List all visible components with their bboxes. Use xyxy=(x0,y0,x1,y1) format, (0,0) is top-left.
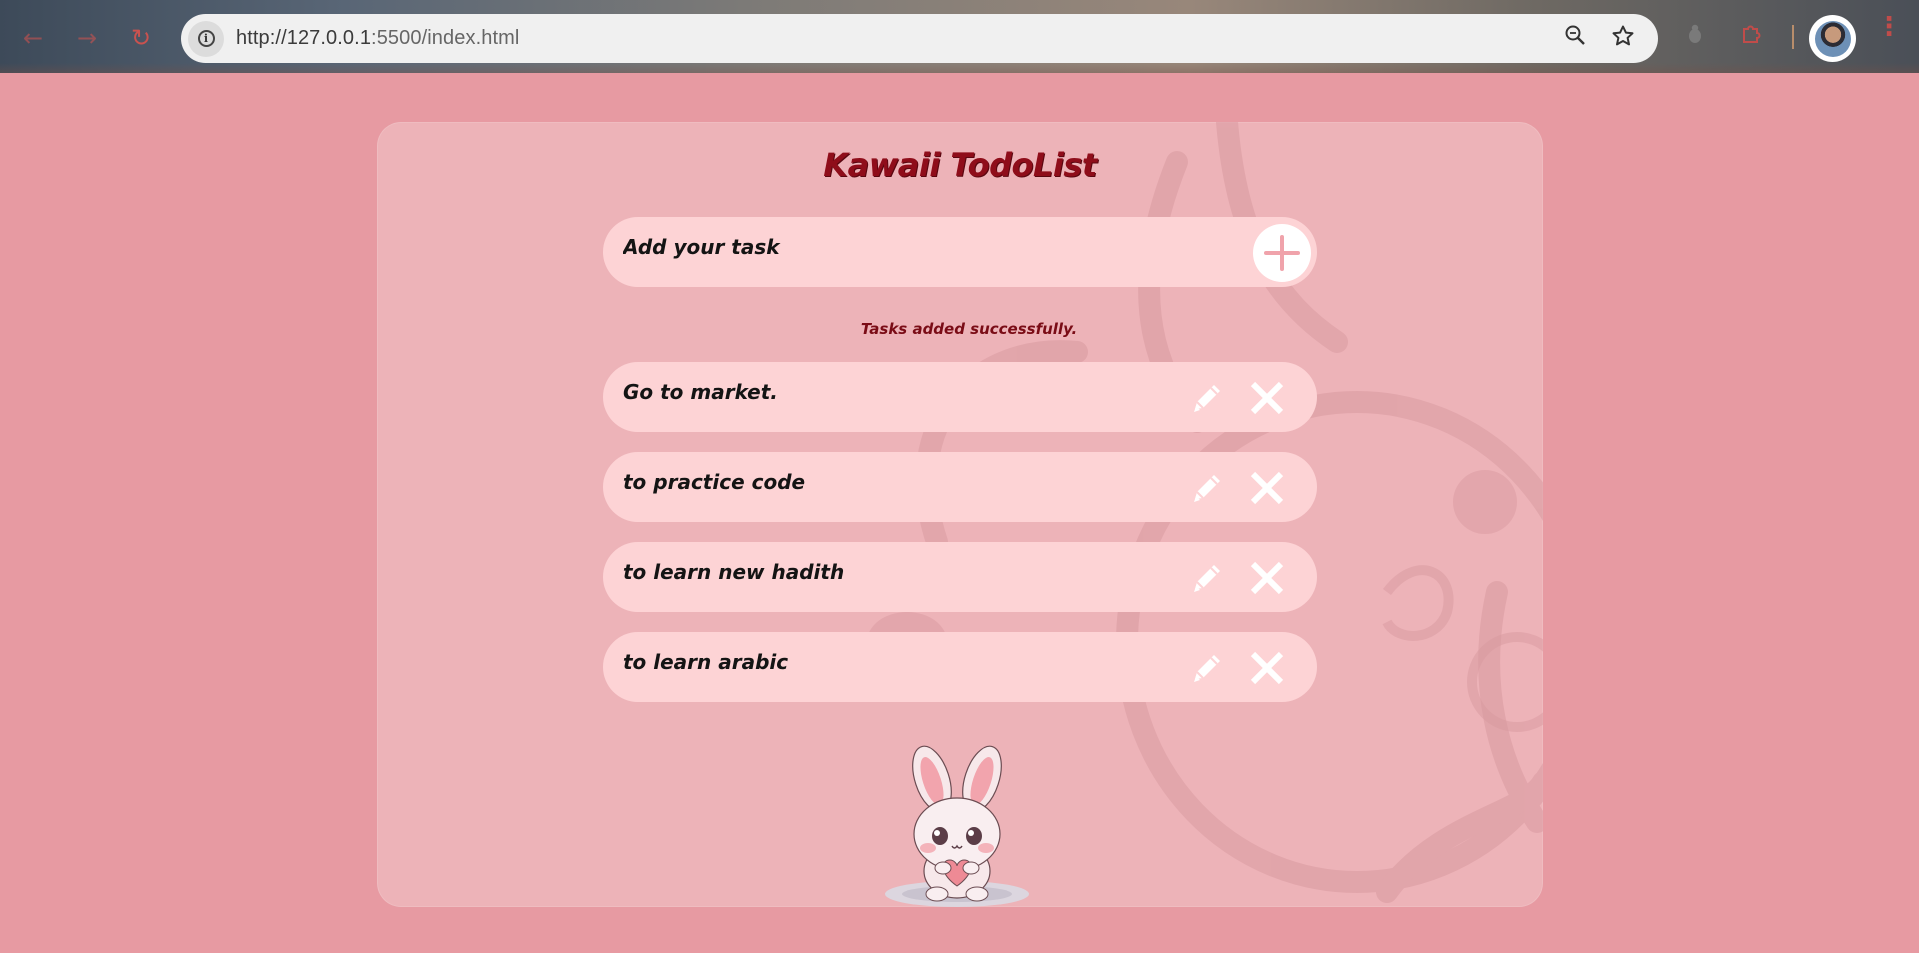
close-icon xyxy=(1250,471,1284,505)
plus-icon xyxy=(1264,235,1300,271)
edit-task-button[interactable] xyxy=(1187,558,1227,598)
bunny-mascot-image xyxy=(885,745,1029,907)
extension-icon[interactable] xyxy=(1680,23,1710,51)
close-icon xyxy=(1250,561,1284,595)
delete-task-button[interactable] xyxy=(1247,378,1287,418)
add-task-button[interactable] xyxy=(1253,224,1311,282)
forward-icon[interactable]: → xyxy=(69,20,105,56)
pencil-icon xyxy=(1194,385,1220,412)
puzzle-icon[interactable] xyxy=(1736,22,1766,52)
delete-task-button[interactable] xyxy=(1247,648,1287,688)
app-title: Kawaii TodoList xyxy=(823,146,1097,184)
site-info-icon[interactable]: i xyxy=(188,20,224,57)
edit-task-button[interactable] xyxy=(1187,648,1227,688)
task-item: to practice code xyxy=(603,452,1317,522)
pencil-icon xyxy=(1194,475,1220,502)
delete-task-button[interactable] xyxy=(1247,468,1287,508)
pencil-icon xyxy=(1194,655,1220,682)
task-label: to learn arabic xyxy=(623,650,789,674)
close-icon xyxy=(1250,651,1284,685)
zoom-icon[interactable] xyxy=(1562,24,1588,54)
delete-task-button[interactable] xyxy=(1247,558,1287,598)
task-label: Go to market. xyxy=(623,380,778,404)
url-text[interactable]: http://127.0.0.1:5500/index.html xyxy=(236,27,519,50)
task-item: to learn arabic xyxy=(603,632,1317,702)
browser-toolbar: ← → ↻ i http://127.0.0.1:5500/index.html… xyxy=(0,0,1919,73)
reload-icon[interactable]: ↻ xyxy=(123,20,159,56)
back-icon[interactable]: ← xyxy=(15,20,51,56)
bookmark-star-icon[interactable] xyxy=(1610,24,1636,54)
task-input[interactable] xyxy=(623,235,1203,259)
task-item: Go to market. xyxy=(603,362,1317,432)
status-message: Tasks added successfully. xyxy=(860,320,1078,338)
edit-task-button[interactable] xyxy=(1187,468,1227,508)
profile-avatar[interactable] xyxy=(1809,15,1856,62)
pencil-icon xyxy=(1194,565,1220,592)
task-label: to practice code xyxy=(623,470,806,494)
edit-task-button[interactable] xyxy=(1187,378,1227,418)
menu-icon[interactable]: ⋮ xyxy=(1876,14,1902,40)
task-label: to learn new hadith xyxy=(623,560,845,584)
todo-card: Kawaii TodoList Tasks added successfully… xyxy=(377,122,1543,907)
add-task-bar xyxy=(603,217,1317,287)
toolbar-divider xyxy=(1792,25,1794,49)
close-icon xyxy=(1250,381,1284,415)
task-item: to learn new hadith xyxy=(603,542,1317,612)
address-bar[interactable]: i http://127.0.0.1:5500/index.html xyxy=(181,14,1658,63)
